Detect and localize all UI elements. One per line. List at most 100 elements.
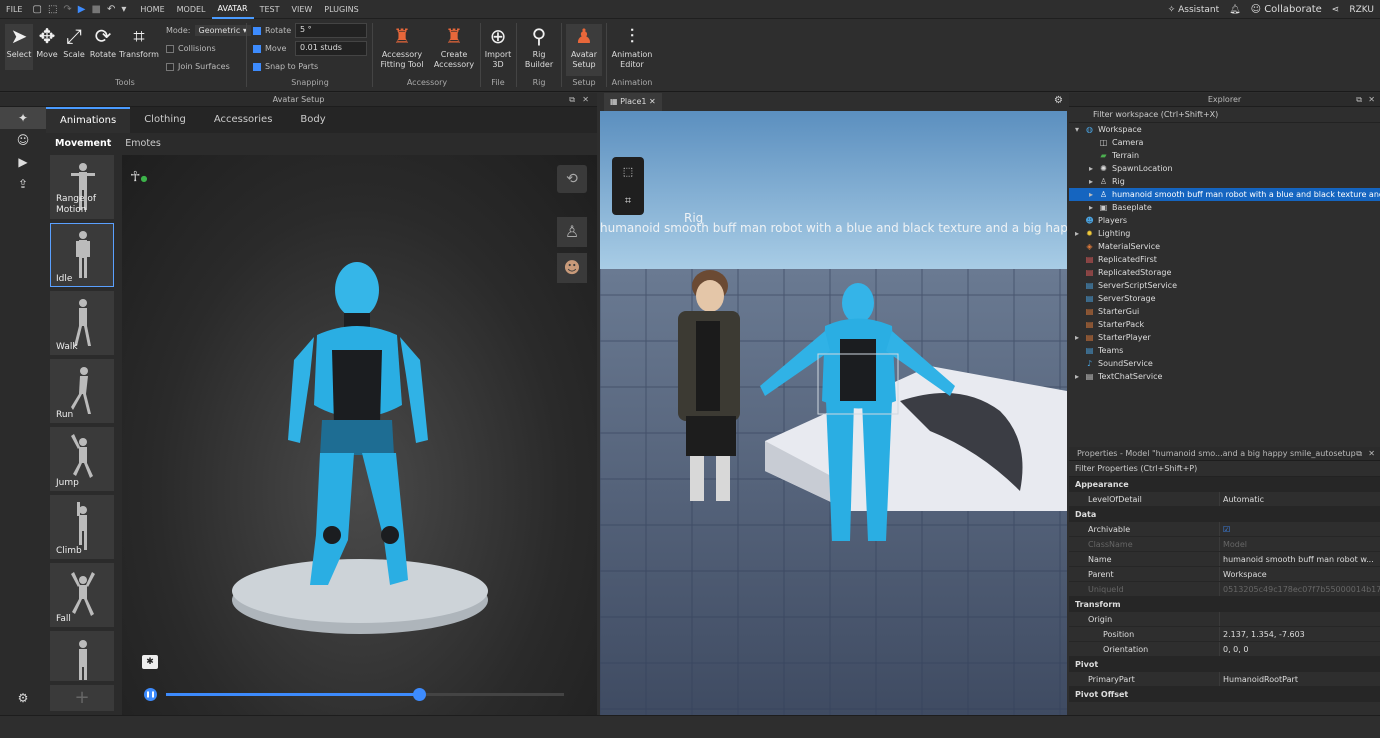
explorer-item[interactable]: ◫ Camera xyxy=(1069,136,1380,149)
menu-tab-view[interactable]: VIEW xyxy=(286,5,319,14)
add-event-icon[interactable]: ✱ xyxy=(142,655,158,669)
full-body-view-icon[interactable]: ♙ xyxy=(557,217,587,247)
explorer-item[interactable]: ▾ ◍ Workspace xyxy=(1069,123,1380,136)
menu-file[interactable]: FILE xyxy=(0,5,28,14)
anim-idle[interactable]: Idle xyxy=(50,223,114,287)
anim-jump[interactable]: Jump xyxy=(50,427,114,491)
property-row[interactable]: Archivable ☑ xyxy=(1069,522,1380,537)
explorer-item[interactable]: ▸ ▣ Baseplate xyxy=(1069,201,1380,214)
notifications-icon[interactable]: 🔔︎ xyxy=(1229,5,1240,15)
upload-tool-icon[interactable]: ⇪ xyxy=(0,173,46,195)
explorer-item[interactable]: ▤ StarterPack xyxy=(1069,318,1380,331)
property-value[interactable]: humanoid smooth buff man robot w... xyxy=(1219,552,1380,566)
property-row[interactable]: Position 2.137, 1.354, -7.603 xyxy=(1069,627,1380,642)
anim-range-of-motion[interactable]: Range of Motion xyxy=(50,155,114,219)
rotate-checkbox[interactable] xyxy=(253,26,261,35)
property-row[interactable]: UniqueId 0513205c49c178ec07f7b55000014b17 xyxy=(1069,582,1380,597)
explorer-item[interactable]: ◈ MaterialService xyxy=(1069,240,1380,253)
explorer-item[interactable]: ♪ SoundService xyxy=(1069,357,1380,370)
property-value[interactable]: ☑ xyxy=(1219,522,1380,536)
anim-custom[interactable] xyxy=(50,631,114,681)
property-value[interactable]: 0513205c49c178ec07f7b55000014b17 xyxy=(1219,582,1380,596)
undo-icon[interactable]: ↶ xyxy=(107,4,115,15)
explorer-item[interactable]: ▤ ServerStorage xyxy=(1069,292,1380,305)
anim-climb[interactable]: Climb xyxy=(50,495,114,559)
expand-arrow-icon[interactable]: ▾ xyxy=(1075,123,1084,136)
explorer-item[interactable]: ▤ Teams xyxy=(1069,344,1380,357)
explorer-item[interactable]: ▸ ▤ StarterPlayer xyxy=(1069,331,1380,344)
explorer-item[interactable]: ▸ ♙ humanoid smooth buff man robot with a … xyxy=(1069,188,1380,201)
property-section[interactable]: Pivot xyxy=(1069,657,1380,672)
explorer-item[interactable]: ▸ ✺ SpawnLocation xyxy=(1069,162,1380,175)
undock-icon[interactable]: ⧉ xyxy=(1356,93,1362,107)
playback-track[interactable] xyxy=(166,688,564,701)
pause-button[interactable]: ❚❚ xyxy=(144,688,157,701)
explorer-item[interactable]: ▰ Terrain xyxy=(1069,149,1380,162)
property-row[interactable]: Name humanoid smooth buff man robot w... xyxy=(1069,552,1380,567)
create-accessory-button[interactable]: ♜ Create Accessory xyxy=(432,24,476,70)
explorer-item[interactable]: ▤ ReplicatedFirst xyxy=(1069,253,1380,266)
new-file-icon[interactable]: ▢ xyxy=(32,4,41,15)
animation-editor-button[interactable]: ⫶ Animation Editor xyxy=(610,24,654,70)
redo-icon[interactable]: ↷ xyxy=(63,4,71,15)
expand-arrow-icon[interactable]: ▸ xyxy=(1075,227,1084,240)
tab-clothing[interactable]: Clothing xyxy=(130,107,200,133)
menu-tab-test[interactable]: TEST xyxy=(254,5,286,14)
property-value[interactable] xyxy=(1219,612,1380,626)
close-icon[interactable]: ✕ xyxy=(1368,447,1375,460)
avatar-setup-button[interactable]: ♟ Avatar Setup xyxy=(566,24,602,76)
property-row[interactable]: PrimaryPart HumanoidRootPart xyxy=(1069,672,1380,687)
explorer-filter-input[interactable]: Filter workspace (Ctrl+Shift+X) xyxy=(1069,107,1380,123)
property-row[interactable]: Orientation 0, 0, 0 xyxy=(1069,642,1380,657)
face-view-icon[interactable]: ☻ xyxy=(557,253,587,283)
game-viewport[interactable]: Rig humanoid smooth buff man robot with … xyxy=(600,111,1067,715)
join-surfaces-option[interactable]: Join Surfaces xyxy=(166,62,230,71)
property-value[interactable]: 2.137, 1.354, -7.603 xyxy=(1219,627,1380,641)
property-row[interactable]: ClassName Model xyxy=(1069,537,1380,552)
preview-tool-icon[interactable]: ▶ xyxy=(0,151,46,173)
chevron-down-icon[interactable]: ▾ xyxy=(121,4,126,15)
expand-arrow-icon[interactable]: ▸ xyxy=(1089,201,1098,214)
accessory-fitting-button[interactable]: ♜ Accessory Fitting Tool xyxy=(378,24,426,70)
settings-icon[interactable]: ⚙ xyxy=(0,687,46,709)
menu-tab-plugins[interactable]: PLUGINS xyxy=(318,5,364,14)
rotate-tool[interactable]: ⟳ Rotate xyxy=(89,24,117,60)
play-icon[interactable]: ▶ xyxy=(78,4,86,15)
undock-icon[interactable]: ⧉ xyxy=(1356,447,1362,460)
anim-walk[interactable]: Walk xyxy=(50,291,114,355)
move-snap-option[interactable]: Move xyxy=(253,44,286,53)
tab-body[interactable]: Body xyxy=(286,107,339,133)
expand-arrow-icon[interactable]: ▸ xyxy=(1089,175,1098,188)
face-tool-icon[interactable]: ☺ xyxy=(0,129,46,151)
subtab-emotes[interactable]: Emotes xyxy=(125,133,161,155)
rotate-snap-option[interactable]: Rotate xyxy=(253,26,291,35)
explorer-item[interactable]: ☻ Players xyxy=(1069,214,1380,227)
expand-arrow-icon[interactable]: ▸ xyxy=(1089,188,1098,201)
stop-icon[interactable]: ■ xyxy=(91,4,100,15)
avatar-preview-viewport[interactable]: ☥● ⟲ ♙ ☻ ✱ ❚❚ xyxy=(122,155,597,715)
transform-tool[interactable]: ⌗ Transform xyxy=(119,24,159,60)
property-section[interactable]: Data xyxy=(1069,507,1380,522)
property-value[interactable]: Model xyxy=(1219,537,1380,551)
menu-tab-home[interactable]: HOME xyxy=(134,5,170,14)
close-icon[interactable]: ✕ xyxy=(1368,93,1375,107)
tab-animations[interactable]: Animations xyxy=(46,107,131,133)
rig-builder-button[interactable]: ⚲ Rig Builder xyxy=(521,24,557,70)
menu-tab-avatar[interactable]: AVATAR xyxy=(211,0,254,19)
property-row[interactable]: Origin xyxy=(1069,612,1380,627)
camera-orbit-icon[interactable]: ⟲ xyxy=(557,165,587,193)
snap-to-parts-option[interactable]: Snap to Parts xyxy=(253,62,318,71)
playback-scrubber[interactable] xyxy=(412,688,426,701)
collaborate-button[interactable]: ☺ Collaborate xyxy=(1251,4,1322,15)
menu-tab-model[interactable]: MODEL xyxy=(171,5,212,14)
property-section[interactable]: Pivot Offset xyxy=(1069,687,1380,702)
explorer-item[interactable]: ▸ ✹ Lighting xyxy=(1069,227,1380,240)
property-value[interactable]: HumanoidRootPart xyxy=(1219,672,1380,686)
move-increment-field[interactable]: 0.01 studs xyxy=(295,41,367,56)
mode-dropdown[interactable]: Geometric ▾ xyxy=(194,25,251,36)
property-row[interactable]: LevelOfDetail Automatic xyxy=(1069,492,1380,507)
property-row[interactable]: Parent Workspace xyxy=(1069,567,1380,582)
viewport-settings-icon[interactable]: ⚙ xyxy=(1054,95,1063,106)
import-3d-button[interactable]: ⊕ Import 3D xyxy=(484,24,512,70)
select-tool[interactable]: ➤ Select xyxy=(5,24,33,70)
